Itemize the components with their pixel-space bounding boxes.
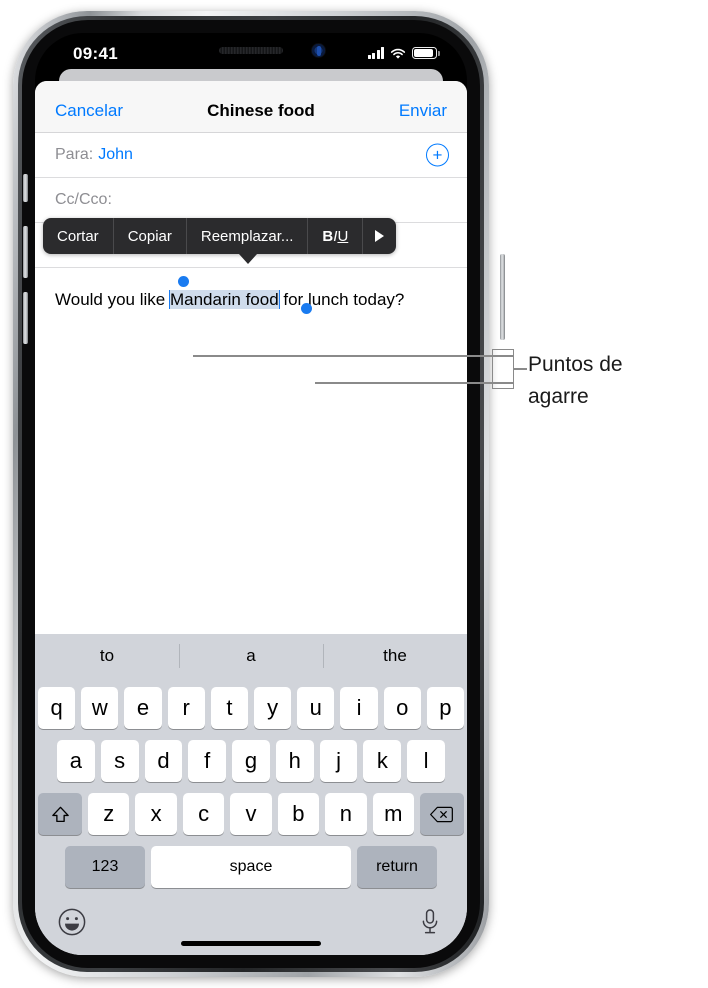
keyboard-row-3: z x c v b n m [35,793,467,835]
send-button[interactable]: Enviar [399,101,447,121]
cc-bcc-field-row[interactable]: Cc/Cco: [35,178,467,223]
key-q[interactable]: q [37,687,76,729]
key-u[interactable]: u [297,687,335,729]
callout-bracket [492,349,514,389]
earpiece-speaker-icon [219,47,283,54]
key-x[interactable]: x [135,793,177,835]
predictive-text-bar: to a the [35,634,467,678]
key-l[interactable]: l [407,740,446,782]
key-f[interactable]: f [188,740,227,782]
mute-switch[interactable] [23,174,28,202]
phone-frame: 09:41 Cancelar Chinese food Enviar Para:… [13,11,505,977]
callout-bracket-tick [514,368,527,370]
key-v[interactable]: v [230,793,272,835]
callout-line-2: agarre [528,385,589,408]
message-body-text[interactable]: Would you like Mandarin food for lunch t… [55,290,404,309]
compose-sheet: Cancelar Chinese food Enviar Para: John … [35,81,467,955]
home-indicator[interactable] [181,941,321,946]
selection-handle-end[interactable] [301,303,312,314]
prediction-1[interactable]: a [179,646,323,666]
key-i[interactable]: i [340,687,378,729]
front-camera-icon [311,43,326,58]
key-o[interactable]: o [383,687,421,729]
key-m[interactable]: m [372,793,414,835]
cancel-button[interactable]: Cancelar [55,101,123,121]
return-key[interactable]: return [357,846,437,888]
key-n[interactable]: n [325,793,367,835]
key-j[interactable]: j [319,740,358,782]
key-b[interactable]: b [277,793,320,835]
backspace-icon[interactable] [419,793,464,835]
key-k[interactable]: k [363,740,402,782]
volume-down-button[interactable] [23,292,28,344]
power-button[interactable] [500,254,505,340]
key-a[interactable]: a [56,740,95,782]
message-body-area[interactable]: Cortar Copiar Reemplazar... BIU Would yo… [35,218,467,548]
plus-circle-icon[interactable]: + [426,143,449,167]
keyboard-row-2: a s d f g h j k l [35,740,467,782]
key-p[interactable]: p [426,687,465,729]
key-z[interactable]: z [88,793,130,835]
selection-handle-start[interactable] [178,276,189,287]
key-s[interactable]: s [100,740,139,782]
menu-pointer-arrow [239,254,257,264]
to-field-value[interactable]: John [98,146,133,164]
prediction-2[interactable]: the [323,646,467,666]
emoji-smiley-icon[interactable] [57,907,87,937]
selected-text[interactable]: Mandarin food [169,290,279,309]
callout-label: Puntos de agarre [528,349,698,413]
cut-menu-item[interactable]: Cortar [43,218,114,254]
cc-bcc-field-label: Cc/Cco: [55,191,112,208]
replace-menu-item[interactable]: Reemplazar... [187,218,309,254]
numbers-key[interactable]: 123 [65,846,145,888]
to-field-label: Para: [55,146,94,163]
key-h[interactable]: h [275,740,314,782]
to-field-row[interactable]: Para: John + [35,133,467,178]
underline-label: U [337,227,349,245]
leader-line-bottom [315,382,513,384]
body-text-after: for lunch today? [278,290,405,309]
keyboard-row-1: q w e r t y u i o p [35,678,467,729]
text-edit-menu: Cortar Copiar Reemplazar... BIU [43,218,397,254]
chevron-right-icon [375,230,385,242]
prediction-0[interactable]: to [35,646,179,666]
key-g[interactable]: g [232,740,270,782]
body-text-before: Would you like [55,290,170,309]
keyboard-bottom-bar [35,899,467,955]
keyboard-row-4: 123 space return [35,846,467,888]
volume-up-button[interactable] [23,226,28,278]
space-key[interactable]: space [151,846,351,888]
microphone-icon[interactable] [419,907,441,937]
key-r[interactable]: r [167,687,205,729]
key-e[interactable]: e [124,687,162,729]
callout-line-1: Puntos de [528,353,623,376]
key-w[interactable]: w [81,687,119,729]
notch-area [35,33,467,77]
key-c[interactable]: c [182,793,225,835]
key-y[interactable]: y [254,687,292,729]
copy-menu-item[interactable]: Copiar [114,218,187,254]
screenshot-root: 09:41 Cancelar Chinese food Enviar Para:… [0,0,708,988]
format-menu-item[interactable]: BIU [308,218,364,254]
more-menu-item[interactable] [363,218,396,254]
key-t[interactable]: t [210,687,248,729]
key-d[interactable]: d [144,740,183,782]
phone-screen: 09:41 Cancelar Chinese food Enviar Para:… [35,33,467,955]
bold-label: B [322,227,334,245]
shift-arrow-icon[interactable] [38,793,83,835]
page-title: Chinese food [207,100,315,120]
leader-line-top [193,355,513,357]
navigation-bar: Cancelar Chinese food Enviar [35,81,467,133]
onscreen-keyboard: to a the q w e r t y u i o p a s d f g h… [35,634,467,955]
